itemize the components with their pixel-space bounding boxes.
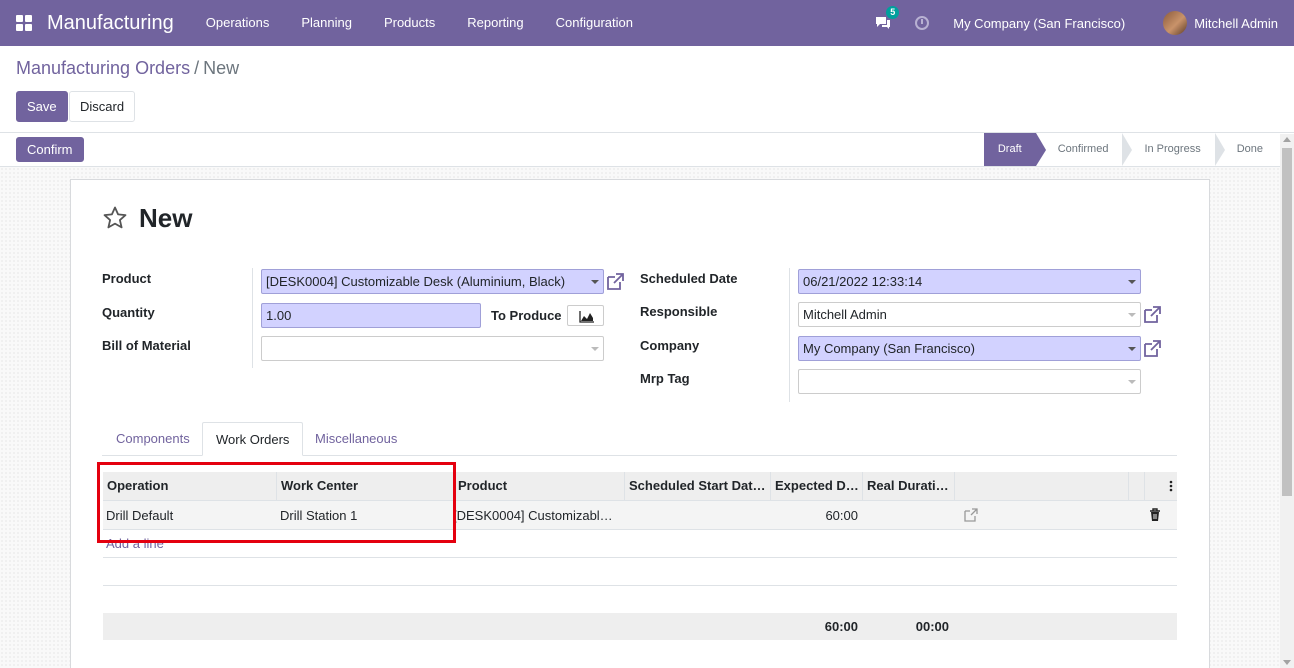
cell-work-center: Drill Station 1 (280, 508, 358, 523)
stage-confirmed[interactable]: Confirmed (1035, 133, 1123, 166)
responsible-value: Mitchell Admin (803, 307, 887, 322)
scroll-thumb[interactable] (1282, 148, 1292, 496)
bom-label: Bill of Material (102, 338, 191, 353)
cell-expected-duration: 60:00 (825, 508, 858, 523)
mrp-tag-label: Mrp Tag (640, 371, 690, 386)
menu-products[interactable]: Products (368, 0, 451, 46)
navbar-systray: 5 My Company (San Francisco) Mitchell Ad… (875, 0, 1294, 46)
breadcrumb: Manufacturing Orders / New (16, 58, 239, 79)
cell-scheduled-start (624, 501, 770, 530)
label-divider (252, 268, 253, 368)
app-name[interactable]: Manufacturing (47, 12, 174, 35)
column-expected-duration[interactable]: Expected D… (770, 472, 862, 501)
stage-draft[interactable]: Draft (983, 133, 1046, 166)
open-record-icon[interactable] (960, 501, 980, 530)
stage-done[interactable]: Done (1214, 133, 1278, 166)
external-link-icon[interactable] (1142, 305, 1162, 325)
top-navbar: Manufacturing Operations Planning Produc… (0, 0, 1294, 46)
scheduled-date-value: 06/21/2022 12:33:14 (803, 274, 923, 289)
chevron-down-icon[interactable] (591, 280, 599, 284)
apps-menu-icon[interactable] (16, 15, 32, 31)
confirm-button[interactable]: Confirm (16, 137, 84, 162)
status-bar: Confirm Draft Confirmed In Progress Done (0, 132, 1294, 167)
mrp-tag-field[interactable] (798, 369, 1141, 394)
cell-operation: Drill Default (106, 508, 174, 523)
bom-field[interactable] (261, 336, 604, 361)
chevron-down-icon[interactable] (1128, 380, 1136, 384)
scroll-up-arrow-icon[interactable] (1283, 137, 1291, 142)
vertical-scrollbar[interactable] (1280, 134, 1294, 668)
total-expected-duration: 60:00 (824, 619, 858, 634)
work-orders-table-header: Operation Work Center Product Scheduled … (103, 472, 1177, 501)
user-menu[interactable]: Mitchell Admin (1194, 16, 1278, 31)
menu-planning[interactable]: Planning (285, 0, 368, 46)
user-avatar[interactable] (1163, 11, 1188, 35)
breadcrumb-separator: / (194, 58, 200, 78)
chevron-down-icon[interactable] (1128, 313, 1136, 317)
cell-real-duration (862, 501, 954, 530)
quantity-field[interactable]: 1.00 (261, 303, 481, 328)
table-row[interactable]: Drill Default Drill Station 1 [DESK0004]… (103, 501, 1177, 530)
add-line-link[interactable]: Add a line (106, 536, 164, 551)
record-title: New (139, 203, 193, 233)
chat-count-badge: 5 (886, 6, 900, 19)
save-button[interactable]: Save (16, 91, 68, 122)
responsible-field[interactable]: Mitchell Admin (798, 302, 1141, 327)
breadcrumb-current: New (203, 58, 240, 78)
product-field[interactable]: [DESK0004] Customizable Desk (Aluminium,… (261, 269, 604, 294)
company-field[interactable]: My Company (San Francisco) (798, 336, 1141, 361)
scheduled-date-label: Scheduled Date (640, 271, 738, 286)
table-totals: 60:00 00:00 (103, 613, 1177, 640)
scroll-down-arrow-icon[interactable] (1283, 660, 1291, 665)
column-delete (1128, 472, 1144, 501)
scheduled-date-field[interactable]: 06/21/2022 12:33:14 (798, 269, 1141, 294)
chat-icon[interactable]: 5 (875, 6, 900, 30)
external-link-icon[interactable] (605, 272, 625, 292)
column-scheduled-start[interactable]: Scheduled Start Dat… (624, 472, 770, 501)
tab-work-orders[interactable]: Work Orders (202, 422, 304, 456)
company-switcher[interactable]: My Company (San Francisco) (953, 16, 1125, 31)
responsible-label: Responsible (640, 304, 718, 319)
star-icon[interactable] (102, 205, 128, 231)
company-value: My Company (San Francisco) (803, 341, 975, 356)
stage-in-progress[interactable]: In Progress (1122, 133, 1214, 166)
column-real-duration[interactable]: Real Durati… (862, 472, 954, 501)
chevron-down-icon[interactable] (1128, 347, 1136, 351)
stage-pipeline: Draft Confirmed In Progress Done (983, 133, 1278, 166)
menu-operations[interactable]: Operations (190, 0, 286, 46)
label-divider (789, 268, 790, 402)
column-operation[interactable]: Operation (103, 472, 276, 501)
menu-reporting[interactable]: Reporting (451, 0, 539, 46)
product-value: [DESK0004] Customizable Desk (Aluminium,… (266, 274, 566, 289)
breadcrumb-parent[interactable]: Manufacturing Orders (16, 58, 190, 79)
trash-icon[interactable] (1145, 501, 1165, 530)
cell-product: [DESK0004] Customizabl… (453, 508, 613, 523)
menu-configuration[interactable]: Configuration (540, 0, 649, 46)
external-link-icon[interactable] (1142, 339, 1162, 359)
product-label: Product (102, 271, 152, 286)
to-produce-label: To Produce (491, 308, 562, 323)
activity-clock-icon[interactable] (915, 16, 930, 30)
quantity-label: Quantity (102, 305, 155, 320)
discard-button[interactable]: Discard (69, 91, 136, 122)
optional-columns-icon[interactable] (1144, 472, 1177, 501)
area-chart-icon (579, 311, 594, 323)
forecast-chart-button[interactable] (567, 305, 604, 326)
total-real-duration: 00:00 (915, 619, 949, 634)
chevron-down-icon[interactable] (1128, 280, 1136, 284)
tab-components[interactable]: Components (103, 422, 203, 456)
table-empty-row (103, 557, 1177, 586)
company-label: Company (640, 338, 700, 353)
tab-miscellaneous[interactable]: Miscellaneous (302, 422, 410, 456)
column-product[interactable]: Product (453, 472, 624, 501)
column-spacer (954, 472, 1128, 501)
column-work-center[interactable]: Work Center (276, 472, 453, 501)
quantity-value: 1.00 (266, 308, 292, 323)
chevron-down-icon[interactable] (591, 347, 599, 351)
